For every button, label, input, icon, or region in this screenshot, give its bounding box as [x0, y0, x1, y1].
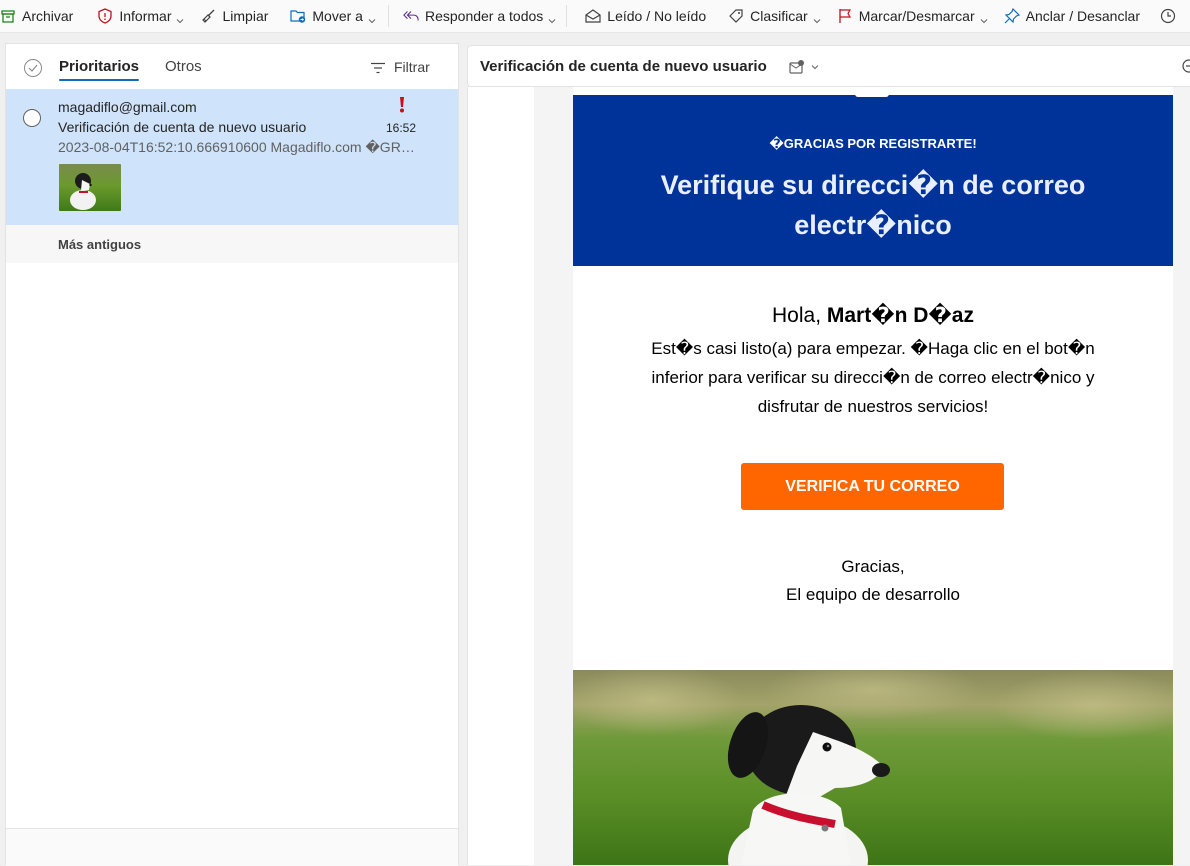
message-subject: Verificación de cuenta de nuevo usuario	[58, 119, 307, 135]
email-signoff: Gracias, El equipo de desarrollo	[573, 553, 1173, 609]
categorize-button[interactable]: Clasificar	[722, 0, 827, 32]
reply-all-label: Responder a todos	[424, 8, 544, 24]
chevron-down-icon[interactable]	[548, 12, 556, 24]
select-all-checkbox[interactable]	[24, 59, 42, 77]
categorize-label: Clasificar	[750, 8, 808, 24]
older-label: Más antiguos	[58, 237, 142, 252]
chevron-down-icon[interactable]	[813, 12, 821, 24]
reading-pane: �GRACIAS POR REGISTRARTE! Verifique su d…	[467, 87, 1190, 865]
envelope-badge-icon	[789, 60, 804, 74]
archive-button[interactable]: Archivar	[0, 0, 79, 32]
logo-tab	[855, 87, 889, 97]
signoff-line-2: El equipo de desarrollo	[786, 585, 960, 604]
snooze-button[interactable]	[1154, 0, 1188, 32]
reply-all-button[interactable]: Responder a todos	[397, 0, 562, 32]
tag-icon	[728, 8, 744, 24]
flag-button[interactable]: Marcar/Desmarcar	[831, 0, 994, 32]
envelope-open-icon	[585, 8, 601, 24]
toolbar-divider	[387, 5, 389, 27]
list-item[interactable]: magadiflo@gmail.com Verificación de cuen…	[6, 89, 458, 225]
reply-all-icon	[403, 8, 419, 24]
tab-focused[interactable]: Prioritarios	[59, 58, 140, 81]
list-footer	[6, 828, 458, 866]
puppy-image	[573, 670, 1173, 865]
message-sender: magadiflo@gmail.com	[58, 99, 197, 115]
message-list-pane: Prioritarios Otros Filtrar magadiflo@gma…	[5, 43, 459, 866]
message-select-checkbox[interactable]	[23, 109, 41, 127]
sweep-button[interactable]: Limpiar	[194, 0, 274, 32]
clock-icon	[1160, 8, 1176, 24]
message-time: 16:52	[386, 121, 417, 135]
chevron-down-icon[interactable]	[980, 12, 988, 24]
reading-subject: Verificación de cuenta de nuevo usuario	[480, 58, 767, 75]
archive-label: Archivar	[22, 8, 74, 24]
signoff-line-1: Gracias,	[841, 557, 905, 576]
email-body: �GRACIAS POR REGISTRARTE! Verifique su d…	[573, 87, 1173, 865]
pin-icon	[1004, 8, 1020, 24]
shield-icon	[97, 8, 113, 24]
filter-button[interactable]: Filtrar	[371, 59, 430, 75]
message-list-header: Prioritarios Otros Filtrar	[6, 44, 458, 90]
flag-label: Marcar/Desmarcar	[858, 8, 975, 24]
important-icon	[397, 96, 407, 114]
pin-button[interactable]: Anclar / Desanclar	[998, 0, 1146, 32]
chevron-down-icon[interactable]	[176, 12, 184, 24]
email-greeting: Hola, Mart�n D�az	[573, 303, 1173, 328]
greeting-prefix: Hola,	[772, 304, 822, 327]
toolbar-divider	[566, 5, 568, 27]
report-button[interactable]: Informar	[91, 0, 190, 32]
reading-pane-header: Verificación de cuenta de nuevo usuario	[467, 45, 1190, 87]
archive-icon	[0, 8, 16, 24]
filter-icon	[371, 61, 385, 74]
group-header-older: Más antiguos	[6, 225, 458, 263]
email-header-banner: �GRACIAS POR REGISTRARTE! Verifique su d…	[573, 95, 1173, 266]
attachment-thumbnail[interactable]	[59, 164, 121, 211]
email-title: Verifique su direcci�n de correo electr�…	[660, 170, 1086, 240]
chevron-down-icon[interactable]	[368, 12, 376, 24]
move-button[interactable]: Mover a	[284, 0, 382, 32]
summary-button[interactable]	[789, 58, 819, 76]
filter-label: Filtrar	[394, 59, 430, 75]
read-unread-button[interactable]: Leído / No leído	[579, 0, 712, 32]
command-toolbar: Archivar Informar Limpiar Mover a Respon…	[0, 0, 1190, 33]
report-label: Informar	[119, 8, 172, 24]
folder-move-icon	[290, 8, 306, 24]
move-label: Mover a	[312, 8, 363, 24]
email-kicker: �GRACIAS POR REGISTRARTE!	[769, 136, 977, 151]
tab-other[interactable]: Otros	[165, 58, 202, 75]
chevron-down-icon	[811, 65, 819, 70]
greeting-name: Mart�n D�az	[826, 304, 974, 327]
sweep-label: Limpiar	[222, 8, 269, 24]
flag-icon	[837, 8, 853, 24]
read-unread-label: Leído / No leído	[607, 8, 707, 24]
pin-label: Anclar / Desanclar	[1025, 8, 1141, 24]
broom-icon	[200, 8, 216, 24]
checkmark-icon	[28, 64, 38, 72]
verify-email-button[interactable]: VERIFICA TU CORREO	[741, 463, 1004, 510]
message-preview: 2023-08-04T16:52:10.666910600 Magadiflo.…	[58, 139, 418, 155]
email-body-text: Est�s casi listo(a) para empezar. �Haga …	[651, 339, 1095, 416]
more-actions-icon[interactable]	[1182, 59, 1190, 73]
